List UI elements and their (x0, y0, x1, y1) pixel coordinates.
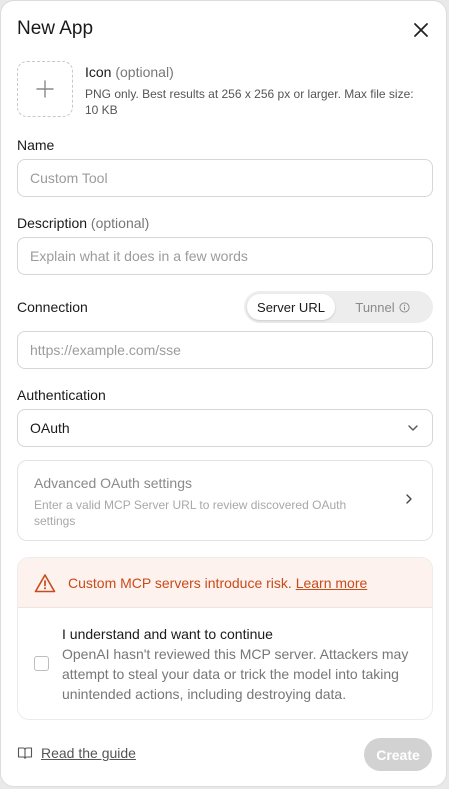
name-label: Name (17, 137, 55, 153)
tab-tunnel-label: Tunnel (355, 299, 395, 315)
description-label: Description (optional) (17, 215, 149, 231)
chevron-right-icon (406, 494, 412, 504)
create-button[interactable]: Create (364, 738, 432, 771)
name-input[interactable] (17, 159, 433, 197)
close-icon[interactable] (411, 20, 431, 40)
new-app-dialog: New App Icon (optional) PNG only. Best r… (0, 0, 447, 787)
read-guide-label: Read the guide (41, 745, 136, 761)
chevron-down-icon (408, 425, 418, 431)
icon-description: PNG only. Best results at 256 x 256 px o… (85, 87, 414, 117)
book-icon (17, 747, 33, 760)
description-optional-text: (optional) (90, 215, 150, 231)
risk-warning-text: Custom MCP servers introduce risk. Learn… (68, 575, 367, 591)
risk-warning-panel: Custom MCP servers introduce risk. Learn… (17, 557, 433, 720)
acknowledge-checkbox[interactable] (34, 656, 49, 671)
description-label-text: Description (17, 215, 88, 231)
authentication-label: Authentication (17, 387, 106, 403)
advanced-oauth-title: Advanced OAuth settings (34, 475, 192, 491)
warning-icon (34, 573, 56, 592)
icon-label-text: Icon (85, 64, 112, 80)
tab-tunnel[interactable]: Tunnel (335, 294, 430, 320)
connection-toggle: Server URL Tunnel (244, 291, 433, 323)
description-input[interactable] (17, 237, 433, 275)
info-icon (399, 301, 410, 313)
learn-more-link[interactable]: Learn more (296, 575, 368, 591)
advanced-oauth-description: Enter a valid MCP Server URL to review d… (34, 498, 347, 528)
server-url-input[interactable] (17, 331, 433, 369)
icon-optional-text: (optional) (115, 64, 174, 80)
advanced-oauth-settings[interactable]: Advanced OAuth settings Enter a valid MC… (17, 460, 433, 541)
plus-icon (36, 80, 54, 98)
dialog-title: New App (17, 18, 94, 39)
tab-server-url[interactable]: Server URL (247, 294, 335, 320)
authentication-select[interactable]: OAuth (17, 409, 433, 447)
icon-upload-button[interactable] (17, 61, 73, 117)
icon-label: Icon (optional) (85, 64, 174, 80)
risk-warning-header: Custom MCP servers introduce risk. Learn… (18, 558, 432, 608)
acknowledge-description: OpenAI hasn't reviewed this MCP server. … (62, 646, 409, 702)
risk-warning-message: Custom MCP servers introduce risk. (68, 574, 292, 591)
read-guide-link[interactable]: Read the guide (17, 745, 136, 761)
authentication-value: OAuth (30, 420, 70, 436)
connection-label: Connection (17, 299, 88, 315)
acknowledge-title: I understand and want to continue (62, 626, 273, 642)
